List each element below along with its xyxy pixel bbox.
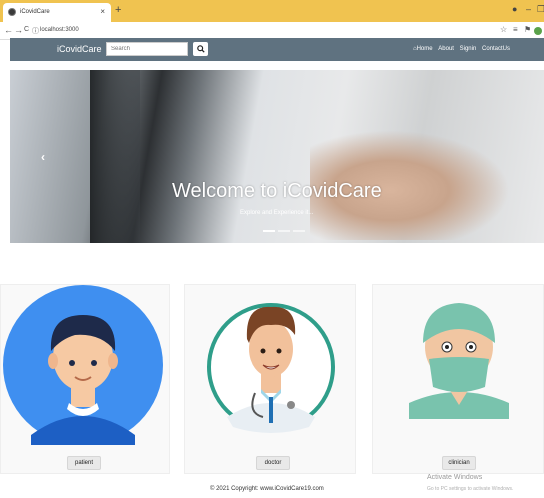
minimize-icon[interactable]: – — [526, 4, 531, 14]
hero-carousel: ‹ Welcome to iCovidCare Explore and Expe… — [10, 70, 544, 243]
search-input[interactable] — [106, 42, 188, 56]
browser-tab[interactable]: iCovidCare × — [3, 3, 111, 22]
back-icon[interactable]: ← — [4, 25, 13, 35]
site-navbar: iCovidCare ⌂Home About Signin ContactUs — [10, 38, 544, 61]
patient-button[interactable]: patient — [67, 456, 101, 470]
clinician-card[interactable]: clinician — [372, 284, 544, 474]
carousel-prev-icon[interactable]: ‹ — [41, 150, 45, 164]
star-icon[interactable]: ☆ — [500, 25, 507, 34]
search-icon — [196, 45, 205, 53]
carousel-indicator-1[interactable] — [263, 230, 275, 232]
carousel-indicator-3[interactable] — [293, 230, 305, 232]
extension-dot-icon[interactable] — [534, 27, 542, 35]
nav-signin-link[interactable]: Signin — [460, 46, 477, 52]
carousel-image-sleeve — [90, 70, 140, 243]
patient-card[interactable]: patient — [0, 284, 170, 474]
info-icon[interactable]: ⓘ — [32, 26, 39, 36]
favicon-icon — [8, 8, 16, 16]
clinician-avatar-icon — [409, 303, 509, 419]
brand-logo[interactable]: iCovidCare — [57, 44, 102, 54]
carousel-title: Welcome to iCovidCare — [172, 180, 382, 202]
nav-contactus-link[interactable]: ContactUs — [482, 46, 510, 52]
browser-tabstrip: iCovidCare × + ● – ❐ — [0, 0, 544, 22]
clinician-button[interactable]: clinician — [442, 456, 476, 470]
tab-title: iCovidCare — [20, 9, 50, 15]
doctor-avatar-icon — [207, 303, 335, 433]
carousel-subtitle: Explore and Experience it... — [240, 210, 314, 216]
new-tab-button[interactable]: + — [115, 4, 121, 16]
reload-icon[interactable]: C — [24, 26, 29, 33]
extension-icon[interactable]: ⚑ — [524, 25, 531, 34]
patient-avatar-icon — [3, 285, 163, 445]
nav-about-link[interactable]: About — [438, 46, 454, 52]
activate-windows-text: Go to PC settings to activate Windows. — [427, 486, 514, 492]
url-text[interactable]: localhost:3000 — [40, 27, 79, 33]
menu-icon[interactable]: ≡ — [513, 25, 518, 34]
restore-icon[interactable]: ❐ — [537, 4, 544, 15]
doctor-card[interactable]: doctor — [184, 284, 356, 474]
tab-close-icon[interactable]: × — [100, 7, 105, 16]
footer-copyright: © 2021 Copyright: www.iCovidCare19.com — [210, 486, 324, 492]
profile-icon[interactable]: ● — [512, 4, 517, 14]
search-button[interactable] — [193, 42, 208, 56]
carousel-indicator-2[interactable] — [278, 230, 290, 232]
forward-icon[interactable]: → — [14, 25, 23, 35]
nav-links: ⌂Home About Signin ContactUs — [409, 46, 510, 52]
nav-home-link[interactable]: ⌂Home — [413, 46, 433, 52]
doctor-button[interactable]: doctor — [256, 456, 290, 470]
activate-windows-title: Activate Windows — [427, 474, 483, 481]
